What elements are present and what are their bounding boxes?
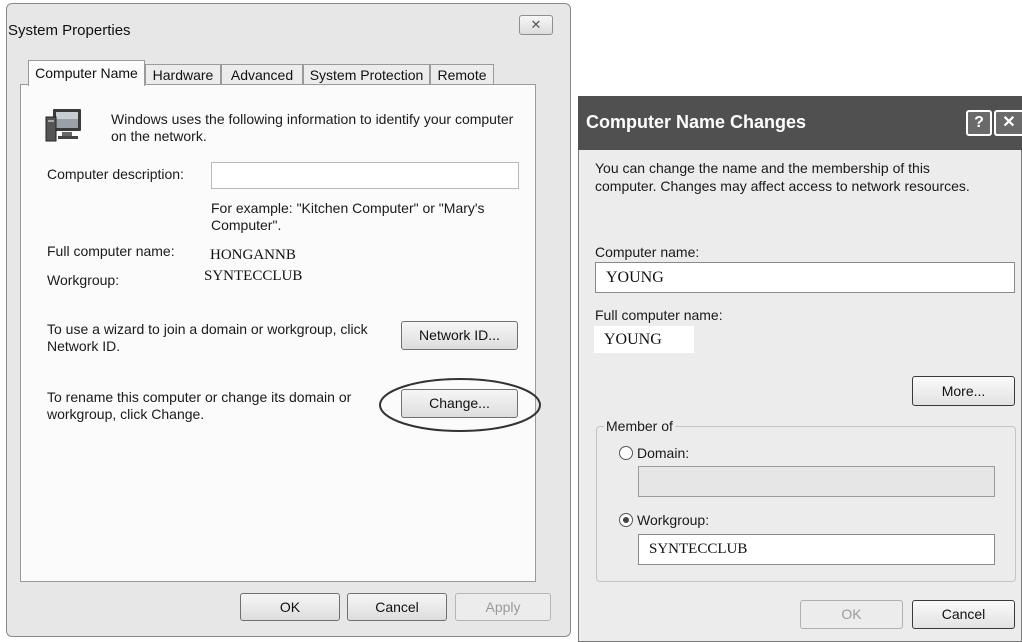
close-icon: ✕ (1002, 114, 1016, 131)
computer-name-input[interactable]: YOUNG (595, 262, 1015, 293)
ok-button: OK (800, 600, 903, 629)
full-computer-name-value: HONGANNB (210, 247, 296, 263)
example-text-line2: Computer". (211, 217, 282, 233)
info-text-line1: Windows uses the following information t… (111, 111, 514, 127)
domain-label: Domain: (637, 445, 690, 461)
info-text-line2: on the network. (111, 128, 207, 144)
workgroup-label: Workgroup: (637, 512, 710, 528)
network-id-button[interactable]: Network ID... (401, 321, 518, 350)
close-button[interactable]: ✕ (519, 15, 553, 35)
computer-name-label: Computer name: (595, 244, 700, 260)
example-text-line1: For example: "Kitchen Computer" or "Mary… (211, 200, 485, 216)
computer-description-label: Computer description: (47, 166, 184, 182)
cancel-button[interactable]: Cancel (912, 600, 1015, 629)
workgroup-value: SYNTECCLUB (204, 268, 303, 284)
dialog-title: Computer Name Changes (586, 112, 807, 132)
domain-radio[interactable] (619, 446, 633, 460)
tab-advanced[interactable]: Advanced (221, 64, 303, 86)
close-button[interactable]: ✕ (994, 110, 1022, 136)
cancel-button[interactable]: Cancel (347, 593, 447, 621)
computer-description-input[interactable] (211, 162, 519, 189)
tab-hardware[interactable]: Hardware (145, 64, 221, 86)
network-id-text-line2: Network ID. (47, 338, 121, 354)
full-computer-name-label: Full computer name: (595, 307, 723, 323)
workgroup-input[interactable]: SYNTECCLUB (638, 534, 995, 565)
intro-text-line1: You can change the name and the membersh… (595, 160, 930, 176)
rename-text-line1: To rename this computer or change its do… (47, 389, 352, 405)
full-computer-name-label: Full computer name: (47, 243, 175, 259)
full-computer-name-value: YOUNG (594, 326, 694, 353)
computer-icon (44, 107, 86, 143)
tab-computer-name[interactable]: Computer Name (28, 60, 145, 86)
tab-system-protection[interactable]: System Protection (303, 64, 430, 86)
highlight-circle-annotation (379, 378, 541, 432)
help-button[interactable]: ? (966, 110, 992, 136)
more-button[interactable]: More... (912, 376, 1015, 406)
member-of-label: Member of (604, 417, 675, 435)
intro-text-line2: computer. Changes may affect access to n… (595, 178, 970, 194)
network-id-text-line1: To use a wizard to join a domain or work… (47, 321, 368, 337)
ok-button[interactable]: OK (240, 593, 340, 621)
rename-text-line2: workgroup, click Change. (47, 406, 205, 422)
close-icon: ✕ (530, 17, 542, 32)
workgroup-label: Workgroup: (47, 272, 120, 288)
help-icon: ? (974, 114, 984, 131)
domain-input (638, 466, 995, 497)
workgroup-radio[interactable] (619, 513, 633, 527)
apply-button: Apply (455, 593, 551, 621)
dialog-title: System Properties (8, 22, 131, 39)
tab-remote[interactable]: Remote (430, 64, 494, 86)
